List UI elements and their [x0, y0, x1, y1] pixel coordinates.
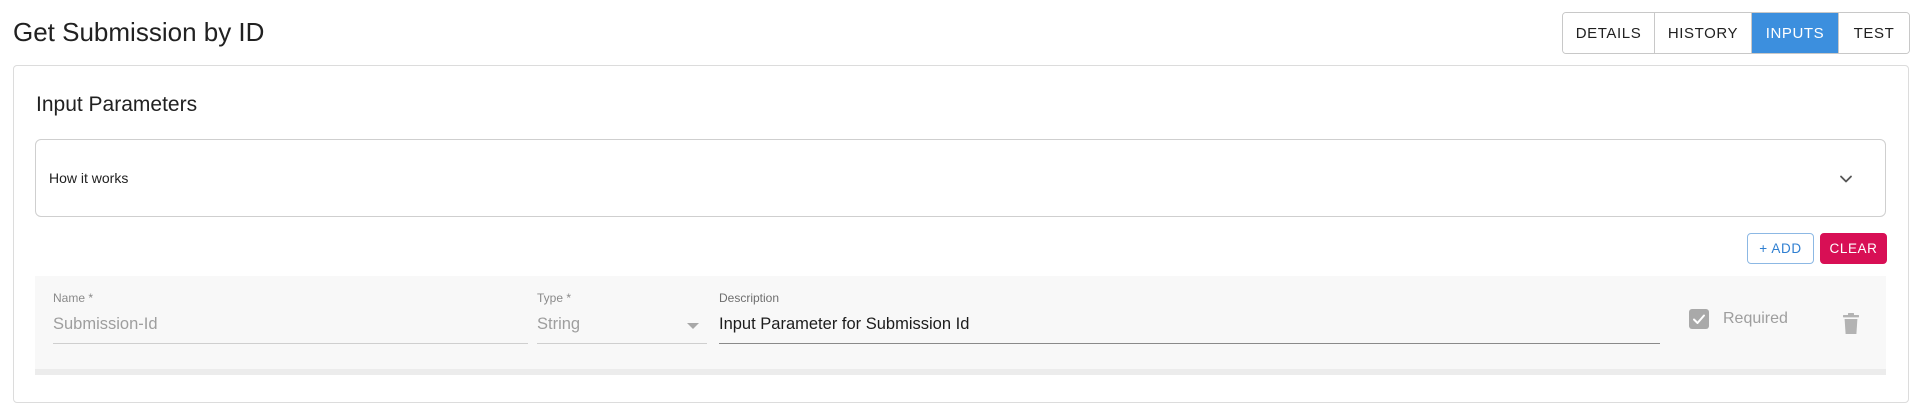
required-checkbox[interactable]: Required	[1689, 309, 1788, 329]
description-field-underline	[719, 343, 1660, 344]
page-title: Get Submission by ID	[13, 17, 265, 47]
accordion-label: How it works	[49, 170, 129, 186]
dropdown-caret-icon[interactable]	[687, 323, 699, 329]
required-label: Required	[1723, 310, 1788, 327]
name-field-label: Name *	[53, 291, 94, 305]
name-field-underline	[53, 343, 528, 344]
name-field[interactable]: Name * Submission-Id	[53, 291, 528, 347]
description-field-label: Description	[719, 291, 780, 305]
section-title: Input Parameters	[36, 93, 198, 116]
add-parameter-button[interactable]: + ADD	[1747, 233, 1814, 264]
tab-history[interactable]: HISTORY	[1655, 13, 1752, 53]
input-parameters-card: Input Parameters How it works + ADD CLEA…	[13, 65, 1909, 403]
type-select-value[interactable]: String	[537, 315, 580, 334]
type-select-label: Type *	[537, 291, 572, 305]
type-select[interactable]: Type * String	[537, 291, 707, 347]
tab-bar: DETAILS HISTORY INPUTS TEST	[1562, 12, 1910, 54]
how-it-works-accordion[interactable]: How it works	[35, 139, 1886, 217]
description-field[interactable]: Description Input Parameter for Submissi…	[719, 291, 1660, 347]
page: Get Submission by ID DETAILS HISTORY INP…	[0, 0, 1920, 418]
tab-inputs[interactable]: INPUTS	[1752, 13, 1839, 53]
parameter-row: Name * Submission-Id Type * String Descr…	[35, 276, 1886, 375]
type-select-underline	[537, 343, 707, 344]
trash-icon[interactable]	[1842, 313, 1860, 335]
chevron-down-icon[interactable]	[1837, 170, 1855, 188]
description-field-value[interactable]: Input Parameter for Submission Id	[719, 315, 969, 334]
name-field-value[interactable]: Submission-Id	[53, 315, 158, 334]
checkbox-checked-icon[interactable]	[1689, 309, 1709, 329]
tab-details[interactable]: DETAILS	[1563, 13, 1655, 53]
tab-test[interactable]: TEST	[1839, 13, 1909, 53]
clear-button[interactable]: CLEAR	[1820, 233, 1887, 264]
